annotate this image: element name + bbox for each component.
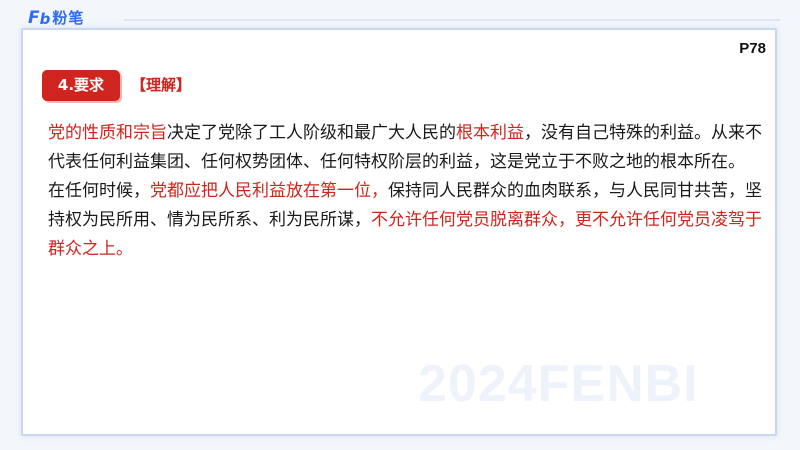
body-text: 决定了党除了工人阶级和最广大人民的 (167, 123, 456, 143)
paragraph-2: 在任何时候，党都应把人民利益放在第一位，保持同人民群众的血肉联系，与人民同甘共苦… (48, 177, 762, 264)
brand-name: 粉笔 (52, 9, 85, 27)
page-number: P78 (739, 40, 766, 57)
section-tag: 【理解】 (131, 76, 192, 94)
fenbi-logo-icon: Fb (28, 8, 50, 28)
emphasis-text: 党都应把人民利益放在第一位， (150, 181, 388, 201)
emphasis-text: 根本利益 (456, 123, 524, 143)
paragraph-1: 党的性质和宗旨决定了党除了工人阶级和最广大人民的根本利益，没有自己特殊的利益。从… (48, 119, 762, 177)
emphasis-text: 党的性质和宗旨 (48, 123, 167, 143)
header-divider (124, 19, 780, 21)
body-text: 在任何时候， (48, 181, 150, 201)
main-content: 党的性质和宗旨决定了党除了工人阶级和最广大人民的根本利益，没有自己特殊的利益。从… (48, 119, 762, 264)
section-badge: 4.要求 (42, 70, 120, 101)
brand-logo: Fb 粉笔 (28, 10, 84, 27)
watermark: 2024FENBI (418, 356, 699, 412)
